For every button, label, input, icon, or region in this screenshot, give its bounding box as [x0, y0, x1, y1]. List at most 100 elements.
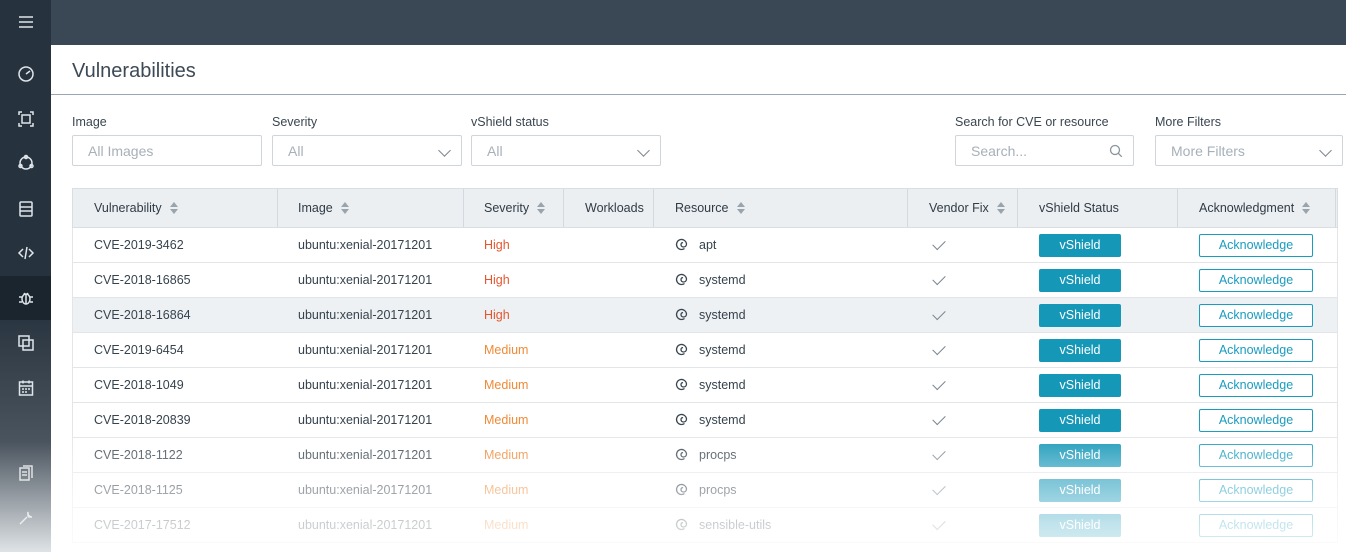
acknowledge-button[interactable]: Acknowledge [1199, 303, 1313, 327]
acknowledge-button[interactable]: Acknowledge [1199, 268, 1313, 292]
check-icon [932, 411, 946, 425]
resource-cell: sensible-utils [675, 508, 771, 542]
vendor-fix-check [932, 228, 946, 262]
sidebar-item-reports[interactable] [0, 452, 51, 496]
column-label: Resource [675, 201, 729, 215]
column-divider [1177, 189, 1178, 227]
acknowledge-button[interactable]: Acknowledge [1199, 443, 1313, 467]
vshield-button[interactable]: vShield [1039, 408, 1121, 432]
image-filter-input[interactable]: All Images [72, 135, 262, 166]
table-row[interactable]: CVE-2018-20839 ubuntu:xenial-20171201 Me… [72, 403, 1338, 438]
chevron-down-icon [637, 144, 650, 157]
vshield-button[interactable]: vShield [1039, 443, 1121, 467]
cve-id[interactable]: CVE-2018-16864 [94, 298, 191, 332]
column-label: vShield Status [1039, 201, 1119, 215]
cve-id[interactable]: CVE-2018-16865 [94, 263, 191, 297]
column-resource[interactable]: Resource [675, 189, 746, 227]
resource-cell: procps [675, 438, 737, 472]
vshield-button[interactable]: vShield [1039, 233, 1121, 257]
cve-id[interactable]: CVE-2019-3462 [94, 228, 184, 262]
image-filter-label: Image [72, 115, 107, 129]
vshield-button[interactable]: vShield [1039, 268, 1121, 292]
vshield-button[interactable]: vShield [1039, 513, 1121, 537]
resource-name: systemd [699, 378, 746, 392]
severity-label: Medium [484, 343, 529, 357]
vendor-fix-check [932, 263, 946, 297]
resource-cell: systemd [675, 368, 746, 402]
vshield-button[interactable]: vShield [1039, 303, 1121, 327]
debian-icon [675, 518, 688, 531]
database-icon [18, 201, 33, 217]
table-row[interactable]: CVE-2018-1125 ubuntu:xenial-20171201 Med… [72, 473, 1338, 508]
sidebar-item-code[interactable] [0, 231, 51, 275]
table-row[interactable]: CVE-2018-16864 ubuntu:xenial-20171201 Hi… [72, 298, 1338, 333]
column-label: Workloads [585, 201, 644, 215]
ack-cell: Acknowledge [1199, 298, 1313, 332]
vshield-cell: vShield [1039, 403, 1121, 437]
vendor-fix-check [932, 298, 946, 332]
acknowledge-button[interactable]: Acknowledge [1199, 373, 1313, 397]
column-label: Vulnerability [94, 201, 162, 215]
acknowledge-button[interactable]: Acknowledge [1199, 408, 1313, 432]
severity-label: High [484, 238, 510, 252]
severity-label: Medium [484, 413, 529, 427]
severity-label: High [484, 308, 510, 322]
vshield-cell: vShield [1039, 228, 1121, 262]
cve-id[interactable]: CVE-2018-1122 [94, 438, 183, 472]
column-image[interactable]: Image [298, 189, 350, 227]
column-workloads[interactable]: Workloads [585, 189, 644, 227]
sidebar-item-layers[interactable] [0, 321, 51, 365]
cve-id[interactable]: CVE-2018-1049 [94, 368, 184, 402]
resource-name: systemd [699, 273, 746, 287]
sidebar-item-scan[interactable] [0, 97, 51, 141]
table-row[interactable]: CVE-2019-3462 ubuntu:xenial-20171201 Hig… [72, 228, 1338, 263]
more-filters-value: More Filters [1171, 142, 1245, 159]
column-acknowledgment[interactable]: Acknowledgment [1199, 189, 1311, 227]
sidebar-item-calendar[interactable] [0, 366, 51, 410]
cve-id[interactable]: CVE-2018-20839 [94, 403, 191, 437]
column-vulnerability[interactable]: Vulnerability [94, 189, 179, 227]
resource-cell: systemd [675, 403, 746, 437]
table-row[interactable]: CVE-2018-16865 ubuntu:xenial-20171201 Hi… [72, 263, 1338, 298]
column-vshield-status[interactable]: vShield Status [1039, 189, 1119, 227]
sidebar-item-cluster[interactable] [0, 141, 51, 185]
vshield-button[interactable]: vShield [1039, 478, 1121, 502]
acknowledge-button[interactable]: Acknowledge [1199, 233, 1313, 257]
cve-id[interactable]: CVE-2019-6454 [94, 333, 184, 367]
cve-id[interactable]: CVE-2017-17512 [94, 508, 191, 542]
column-vendor-fix[interactable]: Vendor Fix [929, 189, 1006, 227]
debian-icon [675, 308, 688, 321]
more-filters-select[interactable]: More Filters [1155, 135, 1343, 166]
sidebar-item-vulnerabilities[interactable] [0, 276, 51, 320]
sidebar-item-settings[interactable] [0, 496, 51, 540]
resource-name: systemd [699, 308, 746, 322]
vshield-button[interactable]: vShield [1039, 338, 1121, 362]
check-icon [932, 271, 946, 285]
vshield-button[interactable]: vShield [1039, 373, 1121, 397]
search-icon [1109, 144, 1123, 158]
search-input[interactable]: Search... [955, 135, 1134, 166]
table-row[interactable]: CVE-2018-1049 ubuntu:xenial-20171201 Med… [72, 368, 1338, 403]
vshield-cell: vShield [1039, 333, 1121, 367]
table-row[interactable]: CVE-2017-17512 ubuntu:xenial-20171201 Me… [72, 508, 1338, 543]
cve-id[interactable]: CVE-2018-1125 [94, 473, 183, 507]
table-row[interactable]: CVE-2018-1122 ubuntu:xenial-20171201 Med… [72, 438, 1338, 473]
table-row[interactable]: CVE-2019-6454 ubuntu:xenial-20171201 Med… [72, 333, 1338, 368]
sort-icon [996, 202, 1006, 214]
severity-label: Medium [484, 378, 529, 392]
sidebar-item-database[interactable] [0, 187, 51, 231]
acknowledge-button[interactable]: Acknowledge [1199, 338, 1313, 362]
menu-button[interactable] [0, 0, 51, 44]
vshield-filter-select[interactable]: All [471, 135, 661, 166]
calendar-icon [18, 380, 33, 396]
resource-cell: systemd [675, 263, 746, 297]
scan-icon [17, 111, 34, 127]
sort-icon [340, 202, 350, 214]
acknowledge-button[interactable]: Acknowledge [1199, 513, 1313, 537]
vshield-filter-value: All [487, 142, 503, 159]
column-severity[interactable]: Severity [484, 189, 546, 227]
acknowledge-button[interactable]: Acknowledge [1199, 478, 1313, 502]
cluster-icon [17, 154, 34, 170]
severity-filter-select[interactable]: All [272, 135, 462, 166]
sidebar-item-dashboard[interactable] [0, 52, 51, 96]
